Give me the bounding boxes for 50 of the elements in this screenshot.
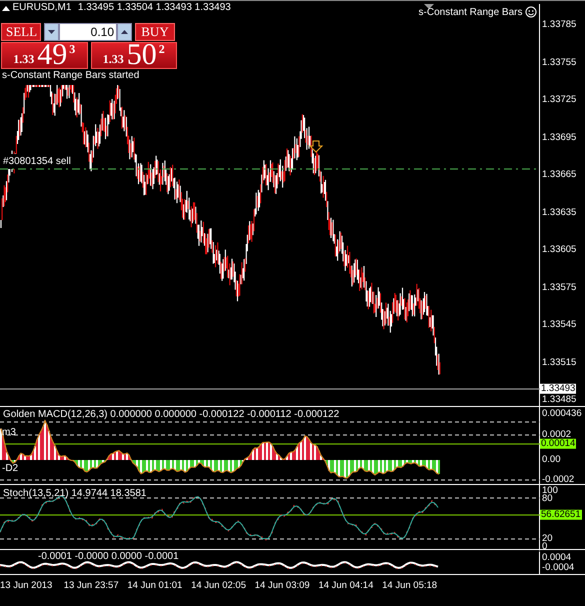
- axis-label: 0.0002: [542, 430, 572, 440]
- lot-down-button[interactable]: [44, 23, 59, 41]
- axis-label: 1.33635: [542, 207, 576, 218]
- line-label: -D2: [2, 463, 18, 474]
- time-label: 14 Jun 03:09: [254, 580, 311, 592]
- axis-label: 1.33665: [542, 170, 576, 180]
- axis-label: 1.33695: [542, 132, 576, 143]
- time-label: 14 Jun 05:18: [382, 580, 438, 592]
- axis-label: 0.000436: [542, 408, 582, 420]
- buy-button[interactable]: BUY: [135, 23, 175, 41]
- marker-icon: [424, 4, 434, 9]
- smiley-icon: [525, 6, 537, 18]
- line-label: m3: [2, 427, 16, 438]
- axis-label: 1.33725: [542, 94, 576, 106]
- sell-button[interactable]: SELL: [1, 23, 41, 41]
- axis-label: 0.00: [542, 454, 560, 466]
- symbol-label: EURUSD,M1: [12, 2, 72, 13]
- expert-name: s-Constant Range Bars: [418, 6, 522, 18]
- axis-label: 1.33545: [542, 320, 576, 330]
- time-label: 14 Jun 02:05: [191, 580, 247, 592]
- time-label: 13 Jun 2013: [0, 580, 54, 592]
- current-price-label: 1.33493: [540, 384, 576, 394]
- axis-label: 1.33605: [542, 244, 576, 256]
- down-arrow-icon: [48, 30, 55, 34]
- arrow-icon: [308, 140, 324, 153]
- time-label: 14 Jun 01:01: [127, 580, 184, 592]
- axis-label: 1.33755: [542, 57, 576, 68]
- lot-up-button[interactable]: [117, 23, 132, 41]
- indicator-title: Golden MACD(12,26,3) 0.000000 0.000000 -0.000122 -0.000112 -0.000122: [3, 409, 340, 420]
- axis-label: -0.0004: [542, 562, 574, 574]
- up-arrow-icon: [121, 30, 128, 34]
- quote-values: 1.33495 1.33504 1.33493 1.33493: [78, 2, 231, 13]
- axis-label: 1.33785: [542, 20, 576, 30]
- axis-label: 1.33575: [542, 282, 576, 293]
- axis-label: 80: [542, 494, 553, 504]
- level-value-label: 56.62651: [540, 510, 582, 520]
- axis-label: 0.0004: [542, 552, 572, 563]
- axis-label: -0.0002: [542, 474, 574, 486]
- triangle-icon: [2, 4, 10, 10]
- time-label: 13 Jun 23:57: [64, 580, 120, 592]
- axis-label: 1.33485: [542, 394, 576, 406]
- time-label: 14 Jun 04:14: [318, 580, 374, 592]
- order-label: #30801354 sell: [3, 156, 71, 167]
- axis-label: 1.33515: [542, 357, 576, 368]
- level-value-label: 0.00014: [540, 438, 576, 450]
- axis-label: 0: [542, 542, 548, 552]
- indicator-values: -0.0001 -0.0000 0.0000 -0.0001: [38, 551, 179, 562]
- status-text: s-Constant Range Bars started: [2, 70, 140, 81]
- lot-size-field[interactable]: 0.10: [59, 23, 117, 41]
- indicator-title: Stoch(13,5,21) 14.9744 18.3581: [3, 488, 146, 499]
